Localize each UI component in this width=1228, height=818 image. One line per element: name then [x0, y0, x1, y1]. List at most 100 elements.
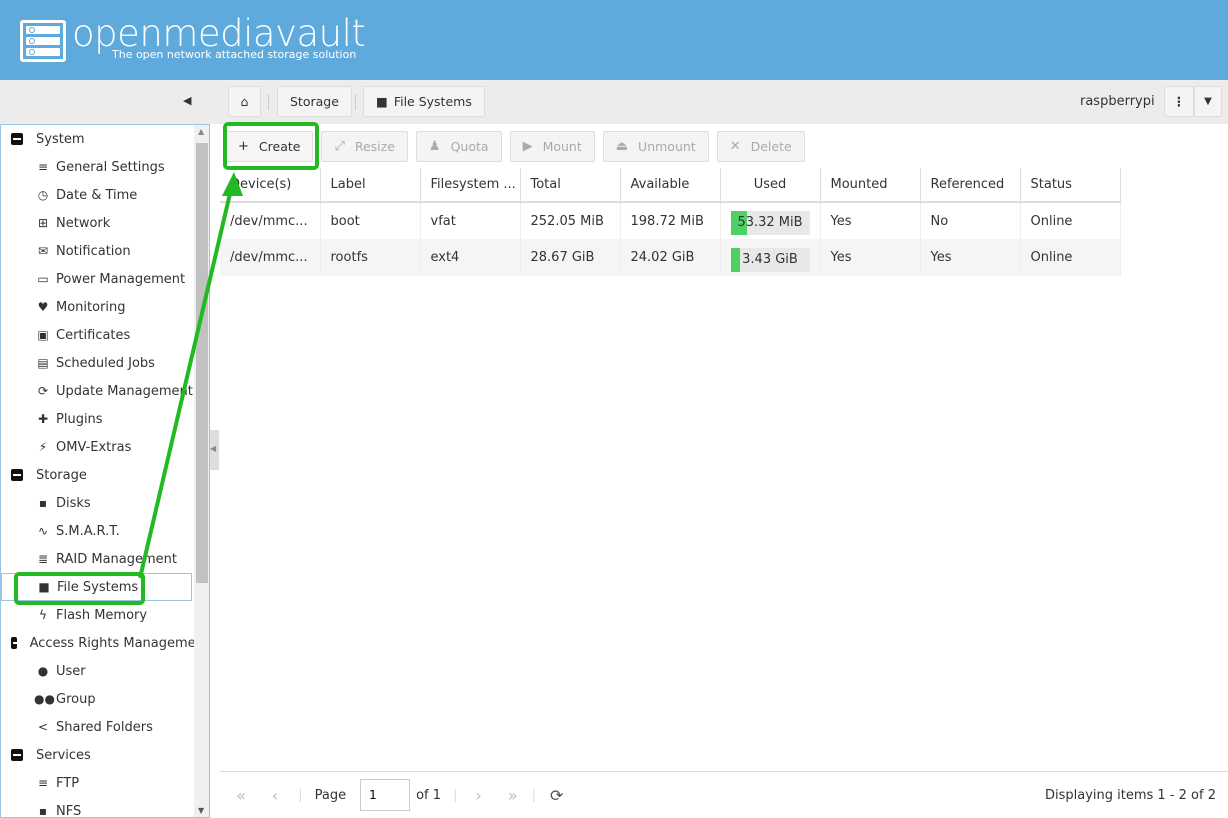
- page-label: Page: [314, 787, 347, 803]
- logo-icon: [20, 20, 66, 62]
- sidebar-item[interactable]: ✚ Plugins: [1, 405, 209, 433]
- cell-total: 252.05 MiB: [520, 202, 621, 239]
- prev-page-icon[interactable]: ‹: [272, 786, 278, 805]
- mount-button[interactable]: ▶ Mount: [509, 130, 595, 162]
- sidebar-item[interactable]: ≣ RAID Management: [1, 545, 209, 573]
- sidebar-item-icon: ▪: [38, 496, 48, 510]
- table-row[interactable]: /dev/mmc... boot vfat 252.05 MiB 198.72 MiB 5…: [220, 202, 1121, 239]
- cell-fs: ext4: [420, 239, 521, 276]
- home-button[interactable]: ⌂: [228, 86, 261, 117]
- page-count: of 1: [416, 787, 442, 803]
- collapse-icon[interactable]: [11, 637, 21, 649]
- collapse-icon[interactable]: [11, 133, 23, 145]
- sidebar-item-icon: ≣: [37, 552, 49, 566]
- sidebar-item[interactable]: ◷ Date & Time: [1, 181, 209, 209]
- sidebar-item-icon: ▣: [37, 328, 49, 342]
- column-header[interactable]: Filesystem ...: [420, 168, 521, 203]
- used-progress-bar: 53.32 MiB: [730, 211, 810, 235]
- sidebar-item-icon: <: [37, 720, 49, 734]
- sidebar-item[interactable]: ▪ Disks: [1, 489, 209, 517]
- resize-button[interactable]: ⤢ Resize: [321, 130, 408, 162]
- delete-button[interactable]: ✕ Delete: [716, 130, 805, 162]
- cell-total: 28.67 GiB: [520, 239, 621, 276]
- sidebar-item[interactable]: ∿ S.M.A.R.T.: [1, 517, 209, 545]
- table-row[interactable]: /dev/mmc... rootfs ext4 28.67 GiB 24.02 GiB 3…: [220, 239, 1121, 276]
- breadcrumb-storage[interactable]: Storage: [277, 86, 352, 117]
- sidebar-item-icon: ✚: [37, 412, 49, 426]
- sidebar-item-icon: ▪: [38, 804, 48, 818]
- quota-button[interactable]: ♟ Quota: [415, 130, 502, 162]
- column-header[interactable]: Available: [620, 168, 721, 203]
- mount-icon: ▶: [522, 138, 533, 154]
- collapse-sidebar-icon[interactable]: ◀: [183, 94, 191, 107]
- sidebar-item[interactable]: ⚡ OMV-Extras: [1, 433, 209, 461]
- cell-device: /dev/mmc...: [220, 239, 321, 276]
- sidebar-item-icon: ▤: [37, 356, 49, 370]
- resize-icon: ⤢: [334, 138, 345, 154]
- collapse-icon[interactable]: [11, 749, 23, 761]
- sidebar-group-0[interactable]: System: [1, 125, 209, 153]
- create-icon: +: [238, 138, 249, 154]
- sidebar-group-2[interactable]: Access Rights Management: [1, 629, 209, 657]
- sidebar-item[interactable]: ▪ NFS: [1, 797, 209, 818]
- sidebar-item[interactable]: ≡ FTP: [1, 769, 209, 797]
- sidebar-item[interactable]: ▭ Power Management: [1, 265, 209, 293]
- sidebar-item-icon: ▭: [37, 272, 49, 286]
- cell-referenced: No: [920, 202, 1021, 239]
- sidebar-item[interactable]: ⟳ Update Management: [1, 377, 209, 405]
- folder-icon: ■: [376, 94, 388, 109]
- sidebar-item[interactable]: ✉ Notification: [1, 237, 209, 265]
- kebab-menu-button[interactable]: ⋮: [1164, 86, 1194, 117]
- column-header[interactable]: Device(s): [220, 168, 321, 203]
- sidebar-item[interactable]: ♥ Monitoring: [1, 293, 209, 321]
- breadcrumb-file-systems[interactable]: ■ File Systems: [363, 86, 485, 117]
- cell-label: rootfs: [320, 239, 421, 276]
- quota-icon: ♟: [428, 138, 441, 154]
- sidebar-item[interactable]: ● User: [1, 657, 209, 685]
- sidebar-item[interactable]: ▣ Certificates: [1, 321, 209, 349]
- sidebar-nav: System ≡ General Settings ◷ Date & Time ⊞ Netw…: [0, 124, 210, 818]
- sidebar-item[interactable]: < Shared Folders: [1, 713, 209, 741]
- file-systems-panel: + Create ⤢ Resize ♟ Quota ▶ Mount ⏏ Unmount ✕ Delet…: [220, 124, 1228, 818]
- cell-referenced: Yes: [920, 239, 1021, 276]
- column-header[interactable]: Total: [520, 168, 621, 203]
- cell-used: 53.32 MiB: [720, 202, 821, 239]
- dropdown-button[interactable]: ▼: [1194, 86, 1222, 117]
- app-subtitle: The open network attached storage soluti…: [112, 48, 357, 61]
- column-header[interactable]: Status: [1020, 168, 1121, 203]
- unmount-button[interactable]: ⏏ Unmount: [602, 130, 709, 162]
- create-button[interactable]: + Create: [225, 130, 314, 162]
- cell-device: /dev/mmc...: [220, 202, 321, 239]
- splitter-handle[interactable]: ◀: [210, 430, 219, 470]
- cell-available: 24.02 GiB: [620, 239, 721, 276]
- sidebar-group-3[interactable]: Services: [1, 741, 209, 769]
- sidebar-item[interactable]: ■ File Systems: [1, 573, 192, 601]
- refresh-icon[interactable]: ⟳: [550, 786, 563, 805]
- page-input[interactable]: [360, 779, 411, 811]
- last-page-icon[interactable]: »: [508, 786, 518, 805]
- sidebar-item[interactable]: ●● Group: [1, 685, 209, 713]
- app-header: openmediavault The open network attached…: [0, 0, 1228, 80]
- sidebar-scrollbar[interactable]: ▲ ▼: [194, 125, 209, 817]
- home-icon: ⌂: [240, 94, 249, 109]
- delete-icon: ✕: [729, 138, 741, 154]
- sidebar-item[interactable]: ≡ General Settings: [1, 153, 209, 181]
- sidebar-item[interactable]: ▤ Scheduled Jobs: [1, 349, 209, 377]
- collapse-icon[interactable]: [11, 469, 23, 481]
- first-page-icon[interactable]: «: [236, 786, 246, 805]
- column-header[interactable]: Referenced: [920, 168, 1021, 203]
- next-page-icon[interactable]: ›: [475, 786, 481, 805]
- sidebar-group-1[interactable]: Storage: [1, 461, 209, 489]
- sidebar-item[interactable]: ϟ Flash Memory: [1, 601, 209, 629]
- column-header[interactable]: Used: [720, 168, 821, 203]
- cell-mounted: Yes: [820, 239, 921, 276]
- sidebar-item[interactable]: ⊞ Network: [1, 209, 209, 237]
- cell-mounted: Yes: [820, 202, 921, 239]
- cell-fs: vfat: [420, 202, 521, 239]
- cell-available: 198.72 MiB: [620, 202, 721, 239]
- column-header[interactable]: Label: [320, 168, 421, 203]
- used-progress-bar: 3.43 GiB: [730, 247, 810, 272]
- column-header[interactable]: Mounted: [820, 168, 921, 203]
- sidebar-item-icon: ●: [37, 664, 49, 678]
- cell-label: boot: [320, 202, 421, 239]
